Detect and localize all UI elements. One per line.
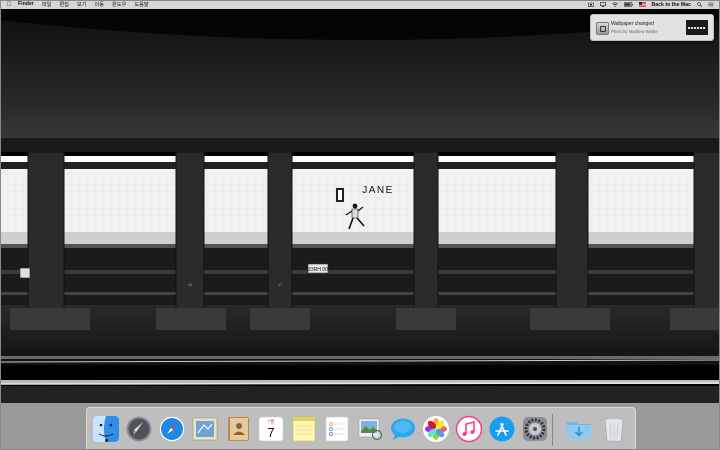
contacts-icon[interactable] bbox=[224, 415, 252, 443]
system-preferences-icon[interactable] bbox=[521, 415, 549, 443]
messages-icon[interactable] bbox=[389, 415, 417, 443]
menu-bar:  Finder 파일 편집 보기 이동 윈도우 도움말 Back to the… bbox=[0, 0, 720, 9]
pillar-number-48: 48 bbox=[188, 282, 193, 287]
menu-window[interactable]: 윈도우 bbox=[112, 1, 126, 8]
running-indicator bbox=[105, 439, 108, 442]
menu-finder[interactable]: Finder bbox=[18, 1, 34, 8]
calendar-icon[interactable]: 7월 7 bbox=[257, 415, 285, 443]
dock-separator bbox=[552, 414, 553, 446]
menu-edit[interactable]: 편집 bbox=[59, 1, 69, 8]
desktop: JANE 23RH 00 48 47  Finder 파일 편집 보기 이동 … bbox=[0, 0, 720, 450]
menu-items: Finder 파일 편집 보기 이동 윈도우 도움말 bbox=[18, 1, 149, 8]
calendar-day: 7 bbox=[267, 425, 274, 440]
wallpaper: JANE 23RH 00 48 47 bbox=[0, 0, 720, 450]
preview-icon[interactable] bbox=[356, 415, 384, 443]
menu-view[interactable]: 보기 bbox=[77, 1, 87, 8]
photos-icon[interactable] bbox=[422, 415, 450, 443]
menu-go[interactable]: 이동 bbox=[95, 1, 105, 8]
finder-icon[interactable] bbox=[92, 415, 120, 443]
wifi-icon[interactable] bbox=[611, 2, 618, 7]
flag-icon[interactable] bbox=[638, 2, 646, 7]
launchpad-icon[interactable] bbox=[125, 415, 153, 443]
desktop-picture-icon bbox=[596, 22, 609, 35]
notification-thumbnail bbox=[686, 20, 708, 35]
downloads-folder-icon[interactable] bbox=[565, 415, 593, 443]
screen-sharing-icon[interactable] bbox=[599, 2, 606, 7]
itunes-icon[interactable] bbox=[455, 415, 483, 443]
reminders-icon[interactable] bbox=[323, 415, 351, 443]
app-store-icon[interactable] bbox=[488, 415, 516, 443]
status-area: Back to the Mac bbox=[587, 1, 715, 8]
spotlight-search-icon[interactable] bbox=[697, 2, 702, 7]
track-sign: 23RH 00 bbox=[308, 267, 328, 273]
notes-icon[interactable] bbox=[290, 415, 318, 443]
safari-icon[interactable] bbox=[158, 415, 186, 443]
notification-banner[interactable]: Wallpaper changed Photo by Matthew Wiebe bbox=[590, 14, 714, 41]
notification-subtitle: Photo by Matthew Wiebe bbox=[611, 29, 658, 34]
menu-help[interactable]: 도움말 bbox=[134, 1, 148, 8]
menu-file[interactable]: 파일 bbox=[42, 1, 52, 8]
trash-icon[interactable] bbox=[600, 415, 628, 443]
station-sign: JANE bbox=[362, 185, 394, 196]
notification-center-icon[interactable] bbox=[708, 2, 714, 7]
battery-icon[interactable] bbox=[623, 2, 633, 7]
camera-icon[interactable] bbox=[587, 2, 594, 7]
apple-logo-icon[interactable]:  bbox=[6, 2, 12, 8]
pillar-number-47: 47 bbox=[278, 282, 283, 287]
calendar-month: 7월 bbox=[268, 418, 275, 425]
mail-icon[interactable] bbox=[191, 415, 219, 443]
dock: 7월 7 bbox=[86, 407, 636, 450]
menubar-title: Back to the Mac bbox=[651, 1, 692, 8]
notification-title: Wallpaper changed bbox=[611, 21, 654, 27]
